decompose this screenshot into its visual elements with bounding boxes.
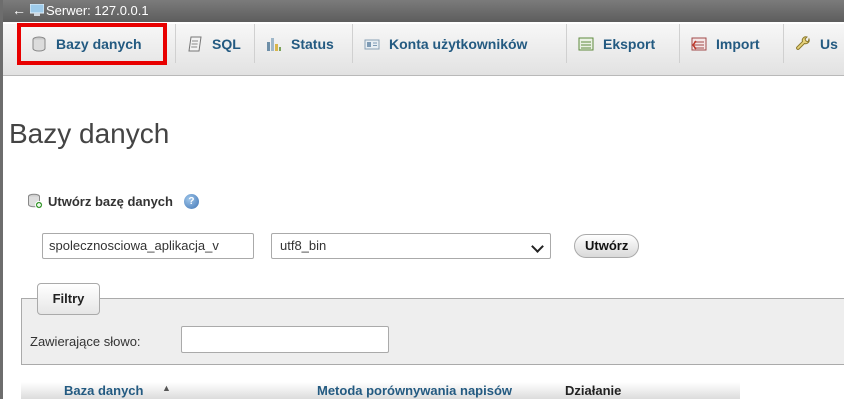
help-icon[interactable]: ? bbox=[183, 193, 199, 209]
column-header-database[interactable]: Baza danych bbox=[64, 383, 143, 399]
tab-label: Us bbox=[820, 35, 838, 52]
back-arrow-icon[interactable]: ← bbox=[12, 2, 26, 19]
filters-fieldset bbox=[21, 298, 844, 365]
filters-legend: Filtry bbox=[37, 283, 100, 315]
tab-label: Import bbox=[716, 35, 760, 52]
server-icon bbox=[30, 4, 44, 16]
user-accounts-icon bbox=[364, 39, 380, 49]
tab-label: SQL bbox=[212, 35, 241, 52]
tab-import[interactable]: Import bbox=[679, 24, 783, 63]
main-menu: Bazy danych SQL Status Konta użytkownikó… bbox=[3, 23, 844, 76]
chevron-down-icon bbox=[531, 240, 544, 253]
status-chart-icon bbox=[267, 37, 281, 51]
tab-export[interactable]: Eksport bbox=[566, 24, 679, 63]
tab-settings[interactable]: Us bbox=[783, 24, 844, 63]
sql-sheet-icon bbox=[188, 36, 202, 51]
column-header-action: Działanie bbox=[565, 383, 622, 398]
tab-status[interactable]: Status bbox=[254, 24, 352, 63]
contains-word-input[interactable] bbox=[181, 326, 389, 353]
collation-selected-value: utf8_bin bbox=[280, 238, 327, 253]
tab-label: Status bbox=[291, 35, 334, 52]
tab-label: Eksport bbox=[603, 35, 656, 52]
server-link[interactable]: Serwer: 127.0.0.1 bbox=[46, 3, 149, 19]
tab-label: Konta użytkowników bbox=[389, 35, 528, 52]
create-database-label: Utwórz bazę danych bbox=[48, 193, 173, 209]
import-icon bbox=[691, 37, 707, 50]
create-button[interactable]: Utwórz bbox=[574, 234, 640, 258]
database-name-input[interactable]: spolecznosciowa_aplikacja_v bbox=[42, 233, 254, 259]
export-icon bbox=[578, 37, 594, 50]
database-icon bbox=[32, 36, 46, 52]
tab-sql[interactable]: SQL bbox=[175, 24, 254, 63]
wrench-icon bbox=[796, 35, 810, 50]
create-database-icon bbox=[28, 193, 43, 209]
page-title: Bazy danych bbox=[9, 118, 170, 149]
tab-label: Bazy danych bbox=[56, 36, 142, 52]
collation-select[interactable]: utf8_bin bbox=[271, 233, 551, 259]
tab-databases[interactable]: Bazy danych bbox=[17, 23, 167, 65]
create-database-heading: Utwórz bazę danych ? bbox=[27, 193, 199, 209]
server-breadcrumb-bar: ← Serwer: 127.0.0.1 bbox=[3, 0, 844, 22]
contains-word-label: Zawierające słowo: bbox=[30, 334, 141, 349]
column-header-collation[interactable]: Metoda porównywania napisów bbox=[317, 383, 512, 399]
tab-user-accounts[interactable]: Konta użytkowników bbox=[352, 24, 566, 63]
databases-table-header: Baza danych ▲ Metoda porównywania napisó… bbox=[21, 382, 740, 399]
sort-ascending-icon: ▲ bbox=[162, 383, 171, 393]
